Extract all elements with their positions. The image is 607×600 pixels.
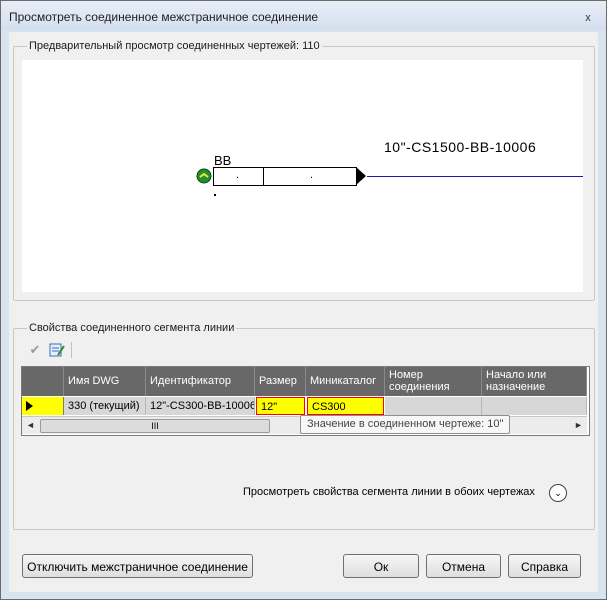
- scroll-left-icon[interactable]: ◄: [22, 417, 39, 434]
- scroll-thumb[interactable]: III: [40, 419, 270, 433]
- connector-label: BB: [214, 153, 232, 168]
- properties-group-label: Свойства соединенного сегмента линии: [27, 322, 237, 334]
- cell-dwg-name[interactable]: 330 (текущий): [64, 397, 146, 415]
- ok-button[interactable]: Ок: [343, 554, 419, 578]
- checkmark-icon[interactable]: ✔: [27, 342, 43, 358]
- mark-dot: [214, 194, 216, 196]
- connector-icon: [196, 168, 212, 184]
- column-header-connection-number[interactable]: Номер соединения: [385, 367, 482, 396]
- column-header-size[interactable]: Размер: [255, 367, 306, 396]
- toolbar-divider: [71, 342, 72, 358]
- cancel-button[interactable]: Отмена: [426, 554, 501, 578]
- window-title: Просмотреть соединенное межстраничное со…: [9, 10, 319, 24]
- cell-identifier[interactable]: 12"-CS300-BB-10006: [146, 397, 255, 415]
- close-button[interactable]: x: [581, 11, 595, 25]
- edit-table-icon[interactable]: [49, 342, 65, 358]
- cell-size[interactable]: 12": [256, 397, 305, 415]
- box-cell-mark: .: [310, 169, 314, 181]
- box-cell-mark: .: [236, 169, 240, 181]
- column-header-dwg[interactable]: Имя DWG: [64, 367, 146, 396]
- column-header-minicatalog[interactable]: Миникаталог: [306, 367, 385, 396]
- current-row-arrow-icon: [26, 401, 33, 411]
- tooltip: Значение в соединенном чертеже: 10": [300, 415, 511, 434]
- cell-minicatalog[interactable]: CS300: [307, 397, 384, 415]
- row-selector-cell[interactable]: [22, 397, 64, 415]
- preview-canvas: 10"-CS1500-BB-10006 BB . .: [22, 60, 583, 292]
- title-bar: Просмотреть соединенное межстраничное со…: [1, 1, 606, 31]
- disconnect-button[interactable]: Отключить межстраничное соединение: [22, 554, 253, 578]
- scroll-right-icon[interactable]: ►: [570, 417, 587, 434]
- offpage-connector-box: . .: [213, 167, 357, 186]
- dialog-body: Предварительный просмотр соединенных чер…: [9, 32, 598, 592]
- cell-connection-number[interactable]: [385, 397, 482, 415]
- column-header-start-destination[interactable]: Начало или назначение: [482, 367, 587, 396]
- dialog-window: Просмотреть соединенное межстраничное со…: [0, 0, 607, 600]
- pipe-line: [367, 176, 583, 177]
- help-button[interactable]: Справка: [508, 554, 581, 578]
- row-header-column: [22, 367, 64, 396]
- column-header-identifier[interactable]: Идентификатор: [146, 367, 255, 396]
- view-both-label: Просмотреть свойства сегмента линии в об…: [243, 486, 535, 498]
- line-label: 10"-CS1500-BB-10006: [384, 139, 537, 155]
- expand-chevron-icon[interactable]: ⌄: [549, 484, 567, 502]
- preview-group-label: Предварительный просмотр соединенных чер…: [27, 40, 322, 52]
- cell-start-destination[interactable]: [482, 397, 587, 415]
- box-divider: [263, 168, 264, 185]
